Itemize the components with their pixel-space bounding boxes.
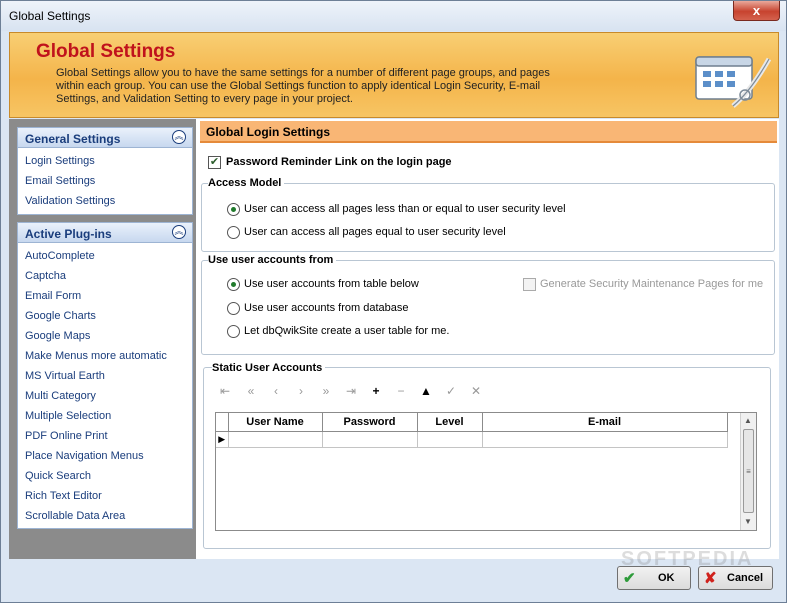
delete-record-icon[interactable]: −	[394, 384, 408, 398]
title-bar: Global Settings x	[1, 1, 786, 31]
generate-pages-checkbox[interactable]	[523, 278, 536, 291]
generate-pages-label: Generate Security Maintenance Pages for …	[540, 278, 764, 290]
access-model-group	[201, 183, 775, 252]
access-model-legend: Access Model	[208, 177, 285, 189]
column-header-email[interactable]: E-mail	[482, 413, 728, 432]
column-header-user-name[interactable]: User Name	[228, 413, 323, 432]
password-reminder-checkbox[interactable]: ✔	[208, 156, 221, 169]
post-edit-icon[interactable]: ✓	[444, 384, 458, 398]
scroll-up-icon[interactable]: ▲	[744, 416, 752, 425]
plugin-item[interactable]: Google Maps	[18, 326, 192, 346]
user-accounts-legend: Use user accounts from	[208, 254, 337, 266]
ok-button[interactable]: ✔ OK	[617, 566, 691, 590]
grid-header-row: User Name Password Level E-mail	[216, 413, 728, 432]
cell-password[interactable]	[322, 431, 418, 448]
cancel-button[interactable]: ✘ Cancel	[698, 566, 773, 590]
cancel-label: Cancel	[727, 572, 764, 584]
edit-record-icon[interactable]: ▲	[419, 384, 433, 398]
active-plugins-header[interactable]: Active Plug-ins ︽	[18, 223, 192, 243]
accounts-radio-database[interactable]	[227, 302, 240, 315]
accounts-option-label: Use user accounts from database	[244, 302, 409, 314]
last-record-icon[interactable]: ⇥	[344, 384, 358, 398]
active-plugins-panel: Active Plug-ins ︽ AutoComplete Captcha E…	[17, 222, 193, 529]
previous-record-icon[interactable]: ‹	[269, 384, 283, 398]
plugin-item[interactable]: Scrollable Data Area	[18, 506, 192, 526]
scroll-thumb[interactable]: ≡	[743, 429, 754, 513]
settings-calendar-icon	[695, 56, 771, 108]
password-reminder-label: Password Reminder Link on the login page	[226, 156, 452, 168]
scroll-down-icon[interactable]: ▼	[744, 517, 752, 526]
next-page-icon[interactable]: »	[319, 384, 333, 398]
general-settings-title: General Settings	[25, 132, 121, 146]
general-settings-header[interactable]: General Settings ︽	[18, 128, 192, 148]
row-indicator-header	[216, 413, 229, 432]
sidebar-item-login-settings[interactable]: Login Settings	[18, 151, 192, 171]
section-title: Global Login Settings	[206, 125, 330, 139]
collapse-icon[interactable]: ︽	[172, 225, 186, 239]
add-record-icon[interactable]: +	[369, 384, 383, 398]
previous-page-icon[interactable]: «	[244, 384, 258, 398]
section-title-bar: Global Login Settings	[200, 121, 777, 143]
checkmark-icon: ✔	[623, 570, 636, 587]
plugin-item[interactable]: Rich Text Editor	[18, 486, 192, 506]
cancel-x-icon: ✘	[704, 570, 717, 587]
accounts-option-label: Let dbQwikSite create a user table for m…	[244, 325, 450, 337]
plugin-item[interactable]: Captcha	[18, 266, 192, 286]
first-record-icon[interactable]: ⇤	[218, 384, 232, 398]
column-header-password[interactable]: Password	[322, 413, 418, 432]
close-button[interactable]: x	[733, 1, 780, 21]
plugin-item[interactable]: Place Navigation Menus	[18, 446, 192, 466]
access-option-label: User can access all pages less than or e…	[244, 203, 566, 215]
access-radio-equal[interactable]	[227, 226, 240, 239]
dialog-window: Global Settings x Global Settings Global…	[0, 0, 787, 603]
general-settings-panel: General Settings ︽ Login Settings Email …	[17, 127, 193, 215]
active-plugins-title: Active Plug-ins	[25, 227, 112, 241]
cancel-edit-icon[interactable]: ✕	[469, 384, 483, 398]
static-accounts-legend: Static User Accounts	[212, 362, 326, 374]
next-record-icon[interactable]: ›	[294, 384, 308, 398]
plugin-item[interactable]: Multi Category	[18, 386, 192, 406]
cell-level[interactable]	[417, 431, 483, 448]
grid-table: User Name Password Level E-mail ▶	[216, 413, 728, 448]
access-radio-less-equal[interactable]	[227, 203, 240, 216]
plugin-item[interactable]: Make Menus more automatic	[18, 346, 192, 366]
column-header-level[interactable]: Level	[417, 413, 483, 432]
cell-user-name[interactable]	[228, 431, 323, 448]
user-accounts-grid[interactable]: User Name Password Level E-mail ▶ ▲ ≡ ▼	[215, 412, 757, 531]
plugin-item[interactable]: AutoComplete	[18, 246, 192, 266]
ok-label: OK	[658, 572, 675, 584]
sidebar-item-validation-settings[interactable]: Validation Settings	[18, 191, 192, 211]
accounts-radio-table[interactable]	[227, 278, 240, 291]
left-navigation-pane: General Settings ︽ Login Settings Email …	[9, 119, 195, 559]
plugin-item[interactable]: Google Charts	[18, 306, 192, 326]
plugin-item[interactable]: Multiple Selection	[18, 406, 192, 426]
plugin-item[interactable]: MS Virtual Earth	[18, 366, 192, 386]
plugin-item[interactable]: Email Form	[18, 286, 192, 306]
collapse-icon[interactable]: ︽	[172, 130, 186, 144]
vertical-scrollbar[interactable]: ▲ ≡ ▼	[740, 413, 756, 530]
header-description: Global Settings allow you to have the sa…	[56, 67, 550, 105]
plugin-item[interactable]: Quick Search	[18, 466, 192, 486]
row-indicator-icon: ▶	[216, 431, 229, 448]
sidebar-item-email-settings[interactable]: Email Settings	[18, 171, 192, 191]
header-title: Global Settings	[36, 41, 176, 62]
table-row[interactable]: ▶	[216, 431, 728, 448]
accounts-option-label: Use user accounts from table below	[244, 278, 419, 290]
plugin-item[interactable]: PDF Online Print	[18, 426, 192, 446]
header-banner: Global Settings Global Settings allow yo…	[9, 32, 779, 118]
accounts-radio-create[interactable]	[227, 325, 240, 338]
cell-email[interactable]	[482, 431, 728, 448]
access-option-label: User can access all pages equal to user …	[244, 226, 506, 238]
window-title: Global Settings	[9, 9, 91, 23]
